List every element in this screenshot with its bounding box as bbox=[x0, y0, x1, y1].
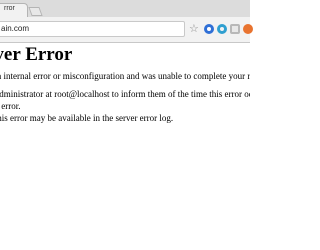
extension-orange-icon[interactable] bbox=[243, 24, 253, 34]
error-contact-line-1: er administrator at root@localhost to in… bbox=[0, 89, 250, 99]
extension-teal-icon[interactable] bbox=[217, 24, 227, 34]
error-log-note: at this error may be available in the se… bbox=[0, 113, 174, 123]
bookmark-star-icon[interactable]: ☆ bbox=[189, 22, 199, 35]
browser-toolbar: ain.com ☆ bbox=[0, 17, 253, 43]
error-contact-text: er administrator at root@localhost to in… bbox=[0, 88, 250, 112]
page-title: rver Error bbox=[0, 44, 73, 65]
extension-blue-icon[interactable] bbox=[204, 24, 214, 34]
new-tab-icon[interactable] bbox=[28, 7, 43, 16]
extension-gray-icon[interactable] bbox=[230, 24, 240, 34]
error-contact-line-2: this error. bbox=[0, 101, 21, 111]
error-description: d an internal error or misconfiguration … bbox=[0, 71, 250, 81]
tab-strip: rror bbox=[0, 0, 250, 17]
address-bar-text: ain.com bbox=[1, 24, 30, 33]
tab-title: rror bbox=[4, 5, 15, 12]
browser-tab[interactable]: rror bbox=[0, 3, 28, 17]
address-bar[interactable]: ain.com bbox=[0, 21, 185, 37]
page-viewport: rver Error d an internal error or miscon… bbox=[0, 43, 250, 250]
